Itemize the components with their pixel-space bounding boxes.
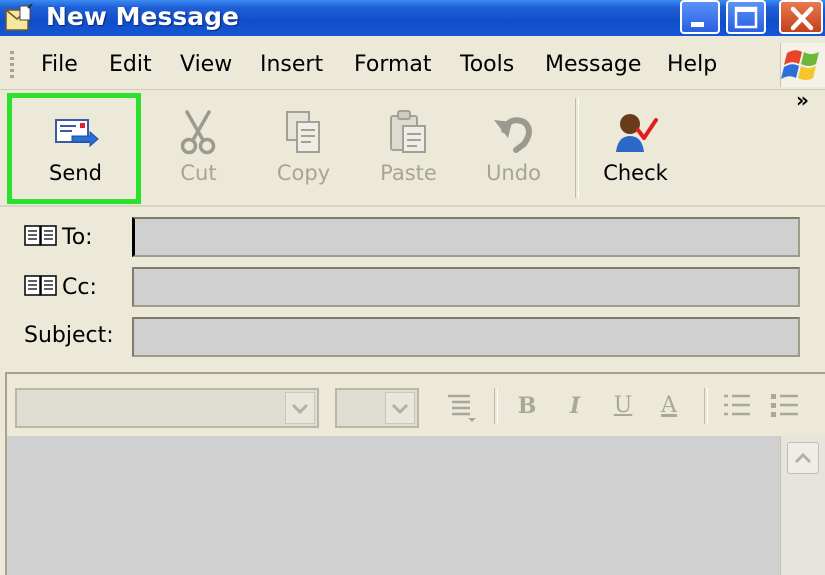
to-label[interactable]: To: — [24, 223, 93, 250]
subject-label: Subject: — [24, 323, 114, 348]
paste-button[interactable]: Paste — [356, 90, 461, 202]
new-message-window: New Message File Edit View Insert Format… — [0, 0, 825, 575]
font-color-button[interactable]: A — [652, 388, 686, 424]
menu-message[interactable]: Message — [545, 52, 641, 77]
maximize-icon — [734, 6, 758, 29]
window-title: New Message — [46, 2, 239, 31]
copy-button[interactable]: Copy — [251, 90, 356, 202]
title-bar: New Message — [0, 0, 825, 36]
vertical-scrollbar[interactable] — [780, 436, 825, 575]
to-input[interactable] — [132, 217, 800, 257]
bullet-list-button[interactable] — [768, 388, 802, 424]
subject-input[interactable] — [132, 317, 800, 357]
message-body[interactable] — [7, 436, 825, 575]
format-separator — [704, 388, 708, 424]
bold-button[interactable]: B — [510, 388, 544, 424]
check-label: Check — [603, 161, 668, 185]
check-names-button[interactable]: Check — [583, 90, 688, 202]
menu-format[interactable]: Format — [354, 52, 432, 77]
format-separator — [494, 388, 498, 424]
subject-row: Subject: — [0, 317, 825, 359]
underline-button[interactable]: U — [606, 388, 640, 424]
copy-icon — [286, 111, 320, 153]
undo-button[interactable]: Undo — [461, 90, 566, 202]
toolbar-overflow-button[interactable]: » — [796, 88, 809, 112]
menu-grip — [10, 51, 14, 81]
scissors-icon — [180, 110, 216, 155]
send-highlight — [7, 93, 141, 204]
align-icon — [448, 394, 476, 422]
formatting-toolbar: B I U A — [7, 374, 825, 436]
paste-label: Paste — [380, 161, 437, 185]
scroll-up-icon — [794, 452, 812, 464]
menu-file[interactable]: File — [41, 52, 78, 77]
windows-logo — [780, 43, 825, 87]
cut-button[interactable]: Cut — [146, 90, 251, 202]
to-label-text: To: — [62, 225, 93, 250]
bullet-list-icon — [771, 394, 798, 417]
paragraph-style-button[interactable] — [444, 388, 478, 424]
to-row: To: — [0, 217, 825, 259]
cc-input[interactable] — [132, 267, 800, 307]
font-size-dropdown[interactable] — [385, 392, 415, 424]
cc-label-text: Cc: — [62, 275, 97, 300]
address-book-icon — [24, 225, 57, 246]
cut-label: Cut — [180, 161, 217, 185]
numbered-list-icon — [724, 394, 750, 416]
chevron-down-icon — [391, 403, 409, 415]
address-book-icon — [24, 275, 57, 296]
paste-icon — [390, 110, 426, 153]
numbered-list-button[interactable] — [720, 388, 754, 424]
undo-label: Undo — [486, 161, 541, 185]
menu-help[interactable]: Help — [667, 52, 717, 77]
menu-tools[interactable]: Tools — [460, 52, 514, 77]
font-name-select[interactable] — [15, 388, 319, 428]
minimize-button[interactable] — [680, 0, 720, 34]
minimize-icon — [691, 22, 704, 27]
check-names-icon — [616, 114, 658, 152]
maximize-button[interactable] — [726, 0, 766, 34]
font-size-select[interactable] — [335, 388, 419, 428]
chevron-down-icon — [291, 403, 309, 415]
menu-bar: File Edit View Insert Format Tools Messa… — [0, 43, 825, 90]
close-button[interactable] — [779, 0, 823, 34]
toolbar-separator — [575, 98, 579, 198]
cc-row: Cc: — [0, 267, 825, 309]
font-name-dropdown[interactable] — [285, 392, 315, 424]
close-icon — [790, 6, 814, 31]
menu-edit[interactable]: Edit — [109, 52, 152, 77]
main-toolbar: Send Cut Copy Paste Undo Check » — [0, 88, 825, 205]
menu-insert[interactable]: Insert — [260, 52, 323, 77]
copy-label: Copy — [276, 161, 331, 185]
header-separator — [0, 205, 825, 207]
scroll-up-button[interactable] — [787, 442, 819, 474]
italic-button[interactable]: I — [558, 388, 592, 424]
menu-view[interactable]: View — [180, 52, 232, 77]
undo-icon — [494, 117, 532, 153]
windows-logo-icon — [781, 50, 819, 80]
message-body-frame: B I U A — [5, 372, 825, 575]
cc-label[interactable]: Cc: — [24, 273, 97, 300]
app-icon — [5, 4, 33, 31]
